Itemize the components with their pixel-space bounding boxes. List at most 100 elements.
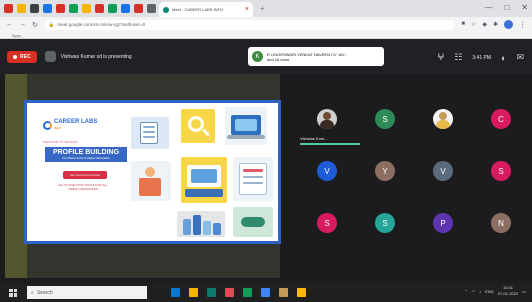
wifi-icon[interactable]: ◠ <box>472 289 476 294</box>
participant-avatar: S <box>375 109 395 129</box>
pinned-tab-icon[interactable] <box>17 4 26 13</box>
document-illustration <box>233 157 273 201</box>
people-icon[interactable]: ⵖ <box>438 52 445 63</box>
slide-cta-button: Get more from Course <box>63 171 107 179</box>
meeting-avatar: K <box>252 51 263 62</box>
participant-tile[interactable]: N <box>476 204 526 242</box>
taskbar-app-icon[interactable] <box>243 288 252 297</box>
participant-avatar: N <box>491 213 511 233</box>
presentation-panel: CAREER LABS INFO WELCOME TO SESSION PROF… <box>5 74 281 278</box>
resume-illustration <box>131 117 169 149</box>
participant-tile[interactable]: P <box>418 204 468 242</box>
meet-controls: ⵖ ☷ 3:41 PM ◐ ✉ <box>438 52 524 63</box>
taskbar-app-icon[interactable] <box>207 288 216 297</box>
address-bar[interactable]: 🔒 meet.google.com/xtv-mknw-rgz?authuser=… <box>43 19 456 30</box>
welcome-text: WELCOME TO SESSION <box>43 140 78 144</box>
meeting-clock: 3:41 PM <box>472 54 492 61</box>
taskbar-search[interactable]: ⌕ Search <box>27 286 147 299</box>
pinned-tab-icon[interactable] <box>134 4 143 13</box>
pinned-tab-icon[interactable] <box>43 4 52 13</box>
pinned-tab-icon[interactable] <box>69 4 78 13</box>
star-icon[interactable]: ☆ <box>471 21 476 28</box>
team-illustration <box>131 161 171 201</box>
pinned-tab-icon[interactable] <box>4 4 13 13</box>
browser-toolbar: ← → ↻ 🔒 meet.google.com/xtv-mknw-rgz?aut… <box>0 17 532 32</box>
more-icon[interactable]: ✉ <box>516 52 524 63</box>
participant-tile[interactable]: V <box>302 152 352 190</box>
notification-icon[interactable]: ▭ <box>522 289 526 294</box>
meeting-names-line: R LINGESWARI VENKAT NAVEEN CV JAY... <box>267 51 348 57</box>
close-window-button[interactable]: ✕ <box>521 3 528 12</box>
new-tab-button[interactable]: + <box>260 4 265 13</box>
participant-tile[interactable]: S <box>476 152 526 190</box>
presentation-slide: CAREER LABS INFO WELCOME TO SESSION PROF… <box>24 100 281 244</box>
activities-icon[interactable]: ◐ <box>501 53 506 63</box>
search-icon: ⌕ <box>31 289 34 296</box>
taskbar-app-icon[interactable] <box>171 288 180 297</box>
brand-logo: CAREER LABS INFO <box>43 119 97 131</box>
meet-favicon-icon <box>163 6 169 13</box>
minimize-button[interactable]: — <box>484 3 492 12</box>
maximize-button[interactable]: □ <box>504 3 509 12</box>
puzzle-icon[interactable]: ✱ <box>493 21 498 28</box>
participant-tile[interactable]: Y <box>360 152 410 190</box>
participant-photo <box>433 109 453 129</box>
participant-tile[interactable]: S <box>360 204 410 242</box>
participant-avatar: P <box>433 213 453 233</box>
laptop-illustration <box>225 107 267 145</box>
recording-label: REC <box>20 53 31 60</box>
pinned-tab-icon[interactable] <box>56 4 65 13</box>
pinned-tab-icon[interactable] <box>82 4 91 13</box>
brand-logo-icon <box>43 120 52 130</box>
close-tab-icon[interactable]: × <box>245 6 249 13</box>
participant-tile[interactable]: V <box>418 152 468 190</box>
windows-start-icon[interactable] <box>9 288 17 297</box>
apps-bookmark[interactable]: Apps <box>12 33 21 38</box>
pinned-tab-icon[interactable] <box>121 4 130 13</box>
office-illustration <box>181 157 227 203</box>
participant-tile[interactable] <box>302 100 352 138</box>
city-illustration <box>177 211 225 237</box>
chat-icon[interactable]: ☷ <box>454 52 462 63</box>
pinned-tab-icon[interactable] <box>30 4 39 13</box>
participant-tile[interactable]: S <box>302 204 352 242</box>
taskbar-app-icon[interactable] <box>189 288 198 297</box>
pinned-tab-icon[interactable] <box>95 4 104 13</box>
participant-avatar: C <box>491 109 511 129</box>
taskbar-apps <box>171 288 306 297</box>
profile-avatar[interactable] <box>504 20 513 29</box>
slide-title: PROFILE BUILDING <box>52 149 120 156</box>
bookmarks-bar: Apps <box>0 32 532 39</box>
tab-title: Meet - CAREER LABS INFO <box>172 7 224 12</box>
forward-icon[interactable]: → <box>19 21 26 28</box>
pinned-tab-icon[interactable] <box>147 4 156 13</box>
language-indicator[interactable]: ENG <box>485 289 494 294</box>
taskbar-app-icon[interactable] <box>297 288 306 297</box>
camera-icon[interactable]: ■ <box>461 21 465 28</box>
recording-badge: REC <box>7 50 37 63</box>
browser-tab-strip: Meet - CAREER LABS INFO × + — □ ✕ <box>0 0 532 17</box>
extension-icon[interactable]: ◆ <box>482 21 487 28</box>
chevron-up-icon[interactable]: ⌃ <box>464 289 467 294</box>
volume-icon[interactable]: ♪ <box>479 289 481 294</box>
taskbar-clock[interactable]: 15:41 07-01-2022 <box>498 285 518 297</box>
presenter-text: Vishwas Kumar sd is presenting <box>60 53 132 60</box>
back-icon[interactable]: ← <box>6 21 13 28</box>
slide-note: ALL IN ONE STOP TOOLS FOR ALL FRESH GRAD… <box>58 183 108 191</box>
handshake-illustration <box>233 207 273 237</box>
participant-tile[interactable]: C <box>476 100 526 138</box>
taskbar-app-icon[interactable] <box>261 288 270 297</box>
meeting-participants-chip[interactable]: K R LINGESWARI VENKAT NAVEEN CV JAY... a… <box>248 47 384 66</box>
pinned-tab-icon[interactable] <box>108 4 117 13</box>
presenter-info: Vishwas Kumar sd is presenting <box>44 51 132 62</box>
participant-tile[interactable]: S <box>360 100 410 138</box>
taskbar-app-icon[interactable] <box>225 288 234 297</box>
browser-tab-active[interactable]: Meet - CAREER LABS INFO × <box>159 2 253 17</box>
participant-tile[interactable] <box>418 100 468 138</box>
participant-avatar: S <box>491 161 511 181</box>
brand-name: CAREER LABS INFO <box>54 119 97 131</box>
menu-icon[interactable]: ⋮ <box>519 21 526 29</box>
reload-icon[interactable]: ↻ <box>32 21 38 29</box>
taskbar-app-icon[interactable] <box>279 288 288 297</box>
presenter-avatar <box>44 51 56 62</box>
